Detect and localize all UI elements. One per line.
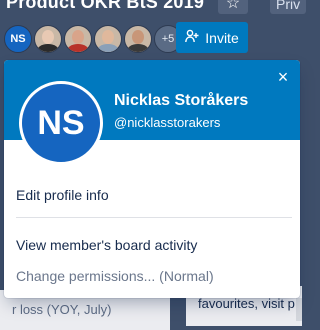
member-avatar[interactable]: [34, 25, 62, 53]
close-button[interactable]: ×: [274, 68, 292, 86]
avatar-photo-head: [42, 30, 54, 44]
avatar-photo-body: [127, 44, 149, 52]
close-icon: ×: [277, 67, 289, 87]
profile-avatar-initials: NS: [37, 103, 85, 142]
view-activity-link[interactable]: View member's board activity: [16, 237, 197, 253]
avatar-photo-head: [102, 30, 114, 44]
avatar-photo-body: [37, 44, 59, 52]
more-members-count: +5: [161, 33, 175, 45]
invite-button[interactable]: Invite: [176, 22, 248, 53]
card-title: favourites, visit p: [198, 296, 295, 311]
member-avatar[interactable]: [64, 25, 92, 53]
profile-full-name: Nicklas Storåkers: [114, 92, 249, 109]
board-title[interactable]: Product OKR BtS 2019: [6, 0, 204, 13]
member-avatar[interactable]: [124, 25, 152, 53]
card-title: r loss (YOY, July): [12, 302, 112, 317]
person-plus-icon: [185, 29, 199, 46]
avatar-photo-head: [72, 30, 84, 44]
change-permissions-link[interactable]: Change permissions... (Normal): [16, 268, 214, 284]
profile-avatar: NS: [19, 81, 103, 165]
edit-profile-link[interactable]: Edit profile info: [16, 187, 109, 203]
menu-divider: [16, 217, 292, 218]
avatar-photo-body: [67, 44, 89, 52]
avatar-photo-body: [97, 44, 119, 52]
avatar-photo-head: [132, 30, 144, 44]
board-members: NS +5: [4, 24, 184, 54]
star-icon: ☆: [225, 0, 241, 12]
member-avatar-current[interactable]: NS: [4, 25, 32, 53]
invite-label: Invite: [205, 29, 239, 46]
star-button[interactable]: ☆: [218, 0, 248, 14]
profile-username: @nicklasstorakers: [114, 115, 221, 130]
scrollbar[interactable]: [296, 298, 302, 321]
member-popover: × NS Nicklas Storåkers @nicklasstorakers…: [4, 60, 300, 298]
member-avatar[interactable]: [94, 25, 122, 53]
visibility-button[interactable]: Priv: [270, 0, 307, 14]
avatar-initials: NS: [10, 33, 26, 45]
